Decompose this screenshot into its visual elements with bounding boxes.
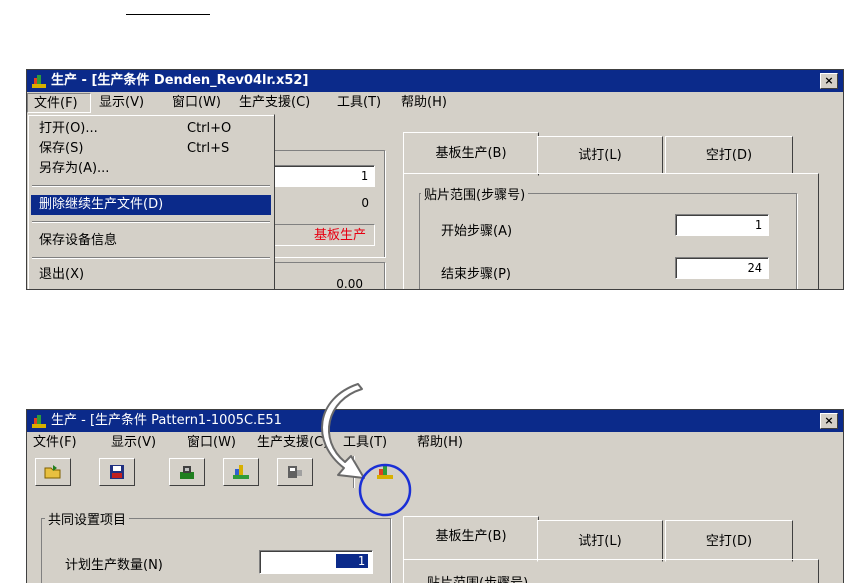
highlight-circle-annotation	[358, 463, 412, 517]
annotation-overlay	[321, 383, 412, 517]
curved-arrow-annotation	[321, 383, 365, 479]
